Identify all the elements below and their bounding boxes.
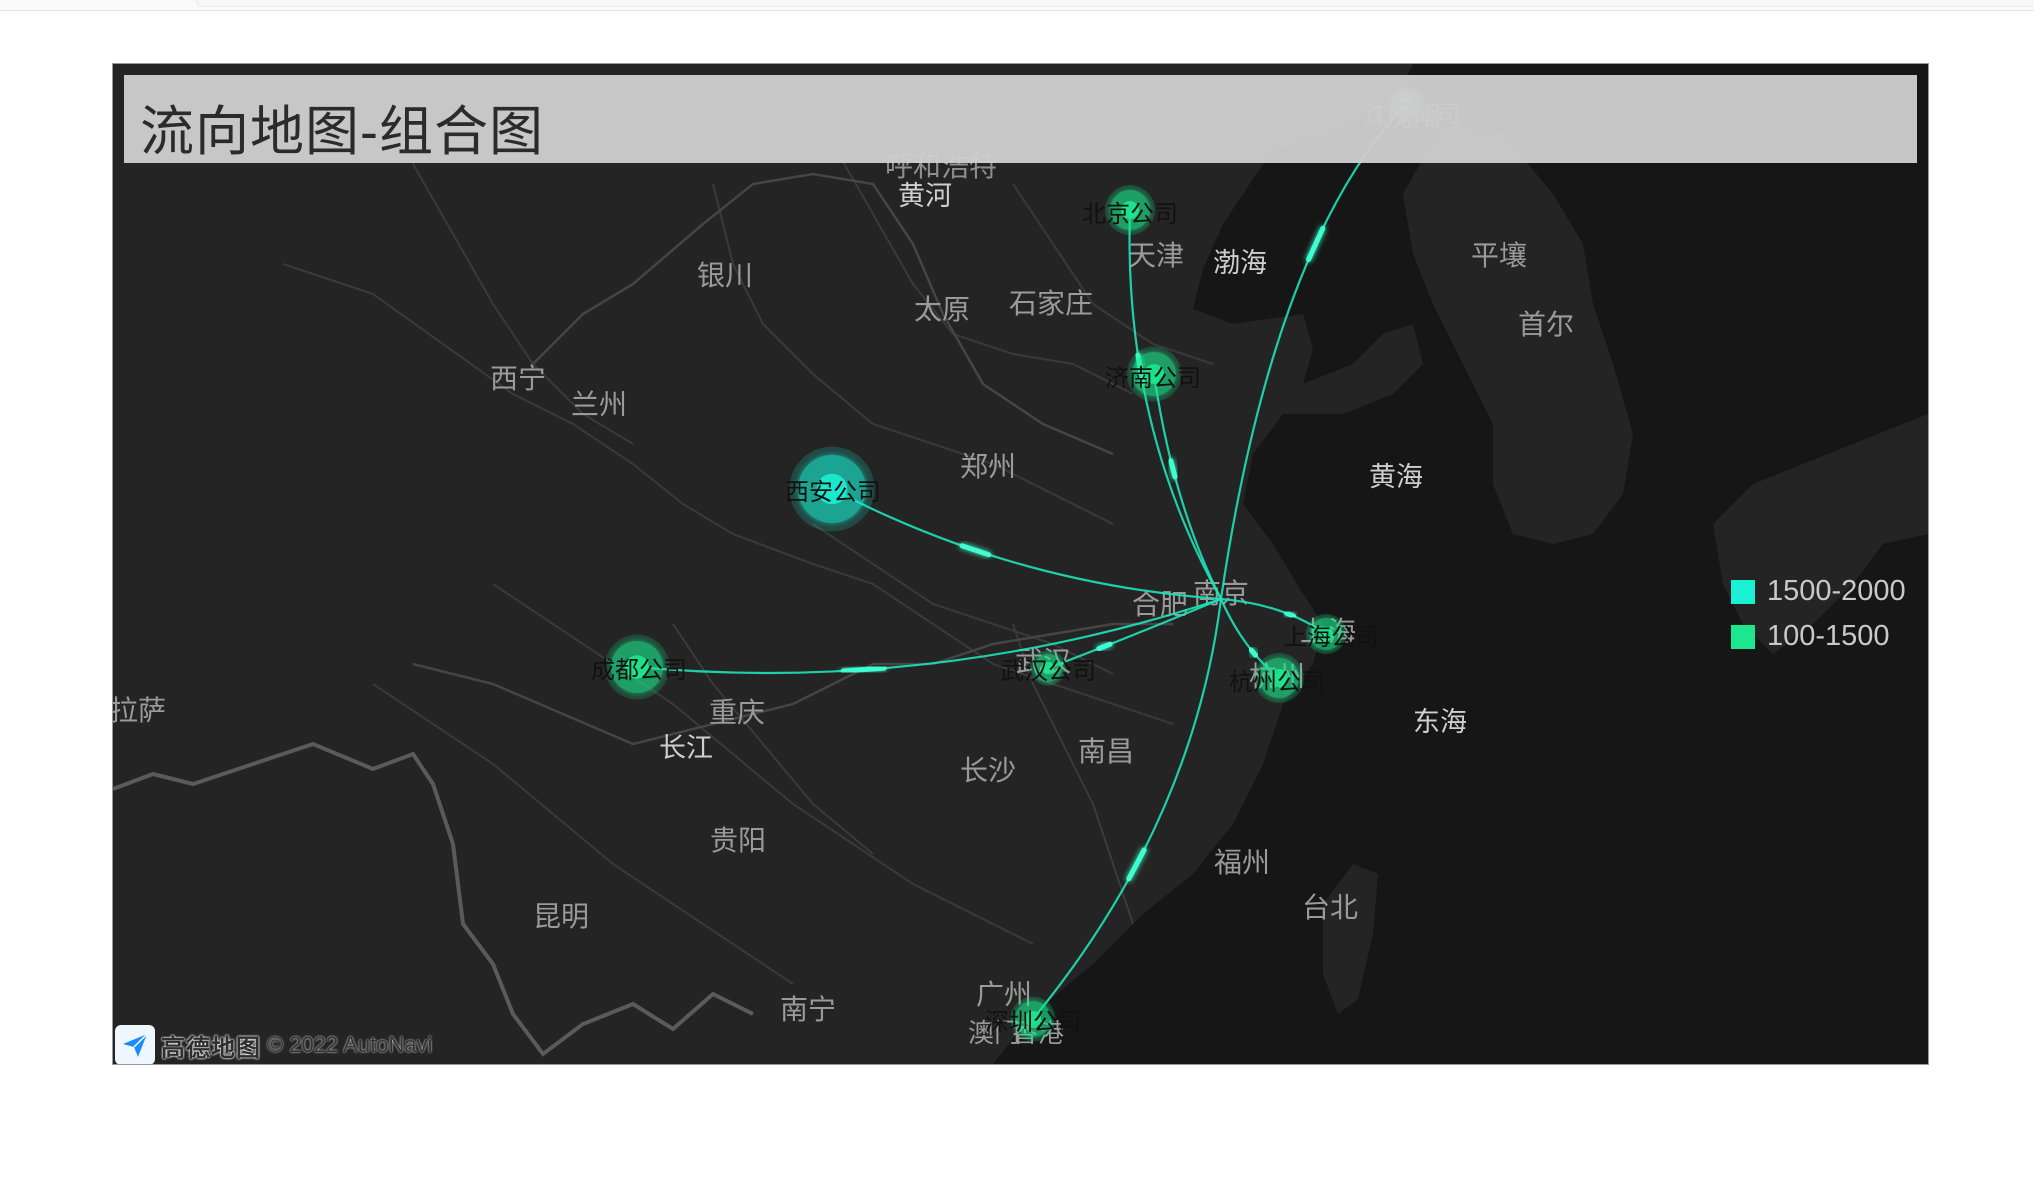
flow-head-成都公司: [840, 665, 887, 674]
legend-label-high: 1500-2000: [1767, 575, 1906, 607]
company-label-济南公司: 济南公司: [1105, 365, 1201, 392]
map-title: 流向地图-组合图: [140, 102, 544, 162]
base-label-太原: 太原: [914, 294, 970, 325]
legend-item-low[interactable]: 100-1500: [1731, 614, 1906, 659]
base-label-平壤: 平壤: [1471, 240, 1527, 271]
browser-top-strip: [0, 0, 2034, 11]
base-label-台北: 台北: [1302, 892, 1358, 923]
base-label-石家庄: 石家庄: [1009, 288, 1093, 319]
base-label-福州: 福州: [1214, 847, 1270, 878]
base-label-黄海: 黄海: [1369, 462, 1423, 492]
base-label-首尔: 首尔: [1518, 309, 1574, 340]
company-label-杭州公司: 杭州公司: [1229, 669, 1325, 696]
paper-plane-icon: [123, 1033, 148, 1057]
base-label-昆明: 昆明: [533, 901, 589, 932]
amap-brand-name: 高德地图: [161, 1034, 261, 1062]
map-legend: 1500-2000 100-1500: [1731, 569, 1906, 659]
legend-swatch-low: [1731, 624, 1755, 649]
amap-logo-icon[interactable]: [115, 1025, 155, 1064]
base-label-南宁: 南宁: [780, 994, 836, 1025]
flow-head-上海公司: [1284, 610, 1297, 619]
base-label-长沙: 长沙: [960, 755, 1016, 786]
base-label-郑州: 郑州: [960, 451, 1016, 482]
flow-head-杭州公司: [1248, 647, 1259, 658]
map-attribution: 高德地图 © 2022 AutoNavi: [115, 1025, 433, 1064]
base-label-拉萨: 拉萨: [113, 695, 166, 726]
company-label-上海公司: 上海公司: [1283, 624, 1379, 651]
company-label-西安公司: 西安公司: [785, 479, 881, 506]
company-label-北京公司: 北京公司: [1082, 201, 1178, 228]
base-label-东海: 东海: [1413, 707, 1467, 737]
base-label-银川: 银川: [697, 260, 753, 291]
base-label-贵阳: 贵阳: [710, 825, 766, 856]
company-label-深圳公司: 深圳公司: [985, 1009, 1081, 1036]
base-label-兰州: 兰州: [571, 389, 627, 420]
legend-label-low: 100-1500: [1767, 620, 1890, 652]
company-label-成都公司: 成都公司: [591, 657, 687, 684]
flow-map-canvas[interactable]: 呼和浩特黄河银川太原石家庄天津渤海平壤首尔西宁兰州郑州黄海合肥南京上海杭州东海拉…: [113, 64, 1928, 1064]
base-label-渤海: 渤海: [1213, 248, 1267, 278]
browser-top-strip-edge: [196, 0, 2034, 7]
map-title-bar: 流向地图-组合图: [124, 75, 1917, 163]
flow-map-panel[interactable]: 呼和浩特黄河银川太原石家庄天津渤海平壤首尔西宁兰州郑州黄海合肥南京上海杭州东海拉…: [112, 63, 1929, 1065]
base-label-天津: 天津: [1128, 240, 1184, 271]
base-label-南昌: 南昌: [1078, 736, 1134, 767]
map-copyright: © 2022 AutoNavi: [267, 1032, 433, 1057]
company-label-武汉公司: 武汉公司: [1000, 658, 1096, 685]
base-label-重庆: 重庆: [709, 697, 765, 728]
base-label-长江: 长江: [659, 733, 713, 763]
base-label-西宁: 西宁: [490, 363, 546, 394]
legend-item-high[interactable]: 1500-2000: [1731, 569, 1906, 614]
base-label-黄河: 黄河: [898, 181, 952, 211]
legend-swatch-high: [1731, 579, 1755, 604]
